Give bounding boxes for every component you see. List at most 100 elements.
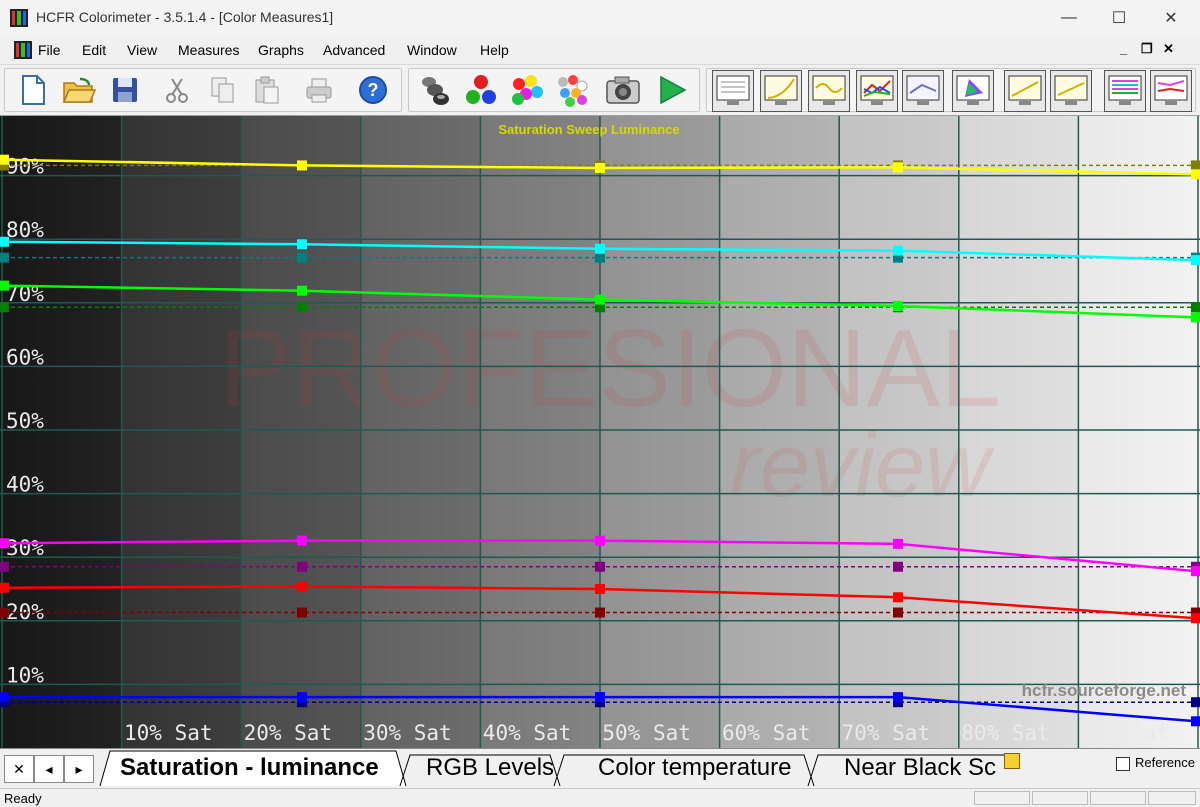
menu-help[interactable]: Help bbox=[480, 42, 509, 58]
x-tick-label: 20% Sat bbox=[244, 721, 333, 745]
series-point bbox=[297, 285, 307, 296]
y-tick-label: 30% bbox=[6, 536, 44, 560]
camera-icon[interactable] bbox=[604, 71, 642, 109]
menu-edit[interactable]: Edit bbox=[82, 42, 106, 58]
reference-point bbox=[1191, 160, 1200, 171]
save-disk-icon[interactable] bbox=[106, 71, 144, 109]
series-point bbox=[0, 692, 9, 703]
x-tick-label: 60% Sat bbox=[722, 721, 811, 745]
reference-point bbox=[595, 607, 605, 618]
play-icon[interactable] bbox=[652, 71, 690, 109]
series-point bbox=[595, 162, 605, 173]
tab-saturation-luminance[interactable]: Saturation - luminance bbox=[106, 751, 393, 785]
x-tick-label: 80% Sat bbox=[961, 721, 1050, 745]
graph-sheet-icon[interactable] bbox=[712, 70, 754, 112]
paste-icon[interactable] bbox=[248, 71, 286, 109]
reference-point bbox=[297, 607, 307, 618]
mdi-minimize-button[interactable]: _ bbox=[1120, 41, 1127, 56]
menu-advanced[interactable]: Advanced bbox=[323, 42, 385, 58]
reference-point bbox=[297, 302, 307, 313]
reference-point bbox=[0, 561, 9, 572]
print-icon[interactable] bbox=[300, 71, 338, 109]
status-bar: Ready bbox=[0, 788, 1200, 807]
palette-icon[interactable] bbox=[552, 71, 590, 109]
menu-window[interactable]: Window bbox=[407, 42, 457, 58]
tab-near-black[interactable]: Near Black Sc bbox=[830, 751, 1004, 785]
series-point bbox=[1191, 255, 1200, 266]
series-point bbox=[297, 535, 307, 546]
svg-text:?: ? bbox=[368, 80, 379, 100]
series-point bbox=[595, 294, 605, 305]
graph-color-temp-icon[interactable] bbox=[902, 70, 944, 112]
series-point bbox=[893, 245, 903, 256]
open-folder-icon[interactable] bbox=[60, 71, 98, 109]
series-point bbox=[595, 584, 605, 594]
window-title: HCFR Colorimeter - 3.5.1.4 - [Color Meas… bbox=[36, 9, 334, 25]
close-button[interactable]: ✕ bbox=[1146, 0, 1196, 36]
mdi-document-icon[interactable] bbox=[14, 41, 32, 59]
series-point bbox=[0, 236, 9, 247]
graph-curve-icon[interactable] bbox=[808, 70, 850, 112]
reference-point bbox=[0, 302, 9, 313]
colors-icon[interactable] bbox=[508, 71, 546, 109]
status-pane-1 bbox=[974, 791, 1030, 805]
background-band bbox=[1078, 116, 1199, 748]
y-tick-label: 60% bbox=[6, 345, 44, 369]
help-icon[interactable]: ? bbox=[354, 71, 392, 109]
reference-checkbox[interactable] bbox=[1116, 757, 1130, 771]
x-tick-label: 40% Sat bbox=[483, 721, 572, 745]
new-document-icon[interactable] bbox=[14, 71, 52, 109]
reference-point bbox=[595, 561, 605, 572]
reference-label: Reference bbox=[1135, 755, 1195, 770]
series-point bbox=[893, 162, 903, 173]
status-pane-4 bbox=[1148, 791, 1196, 805]
reference-point bbox=[297, 561, 307, 572]
menu-view[interactable]: View bbox=[127, 42, 157, 58]
series-point bbox=[1191, 716, 1200, 727]
saturation-luminance-chart: PROFESIONAL review 10% 20% 30% 40% 50% 60% 70%… bbox=[0, 116, 1200, 748]
series-point bbox=[0, 582, 9, 593]
graph-tab-bar: ✕ ◂ ▸ Saturation - luminance RGB Levels … bbox=[0, 748, 1200, 788]
graph-sweep-icon[interactable] bbox=[1150, 70, 1192, 112]
menu-file[interactable]: File bbox=[38, 42, 61, 58]
chart-svg: PROFESIONAL review 10%20%30%40%50%60%70%… bbox=[0, 116, 1200, 748]
reference-point bbox=[297, 252, 307, 263]
title-bar: HCFR Colorimeter - 3.5.1.4 - [Color Meas… bbox=[0, 0, 1200, 36]
graph-luminance-icon[interactable] bbox=[1050, 70, 1092, 112]
tab-scroll-left-button[interactable]: ◂ bbox=[34, 755, 64, 783]
series-point bbox=[1191, 613, 1200, 624]
mdi-restore-button[interactable]: ❐ bbox=[1141, 41, 1153, 57]
y-tick-label: 80% bbox=[6, 218, 44, 242]
x-tick-label: 90% Sat bbox=[1081, 721, 1170, 745]
reference-point bbox=[595, 252, 605, 263]
mdi-close-button[interactable]: ✕ bbox=[1163, 41, 1174, 57]
graph-white-icon[interactable] bbox=[1004, 70, 1046, 112]
series-point bbox=[0, 280, 9, 291]
tab-scroll-right-button[interactable]: ▸ bbox=[64, 755, 94, 783]
menu-graphs[interactable]: Graphs bbox=[258, 42, 304, 58]
status-pane-2 bbox=[1032, 791, 1088, 805]
graph-multi-icon[interactable] bbox=[1104, 70, 1146, 112]
series-point bbox=[297, 239, 307, 250]
graph-cie-icon[interactable] bbox=[952, 70, 994, 112]
menu-measures[interactable]: Measures bbox=[178, 42, 239, 58]
x-tick-label: 10% Sat bbox=[124, 721, 213, 745]
cut-icon[interactable] bbox=[158, 71, 196, 109]
maximize-button[interactable]: ☐ bbox=[1094, 0, 1144, 36]
tab-rgb-levels[interactable]: RGB Levels bbox=[412, 751, 568, 785]
tab-overflow-icon[interactable] bbox=[1004, 753, 1020, 769]
reference-point bbox=[0, 252, 9, 263]
tab-color-temperature[interactable]: Color temperature bbox=[584, 751, 805, 785]
y-tick-label: 40% bbox=[6, 473, 44, 497]
graph-gamma-icon[interactable] bbox=[760, 70, 802, 112]
background-band bbox=[121, 116, 243, 748]
y-tick-label: 90% bbox=[6, 155, 44, 179]
graph-rgb-icon[interactable] bbox=[856, 70, 898, 112]
close-tab-button[interactable]: ✕ bbox=[4, 755, 34, 783]
probe-sensor-icon[interactable] bbox=[416, 71, 454, 109]
series-point bbox=[893, 592, 903, 603]
copy-icon[interactable] bbox=[204, 71, 242, 109]
minimize-button[interactable]: — bbox=[1044, 0, 1094, 36]
rgb-dots-icon[interactable] bbox=[462, 71, 500, 109]
background-band bbox=[480, 116, 601, 748]
